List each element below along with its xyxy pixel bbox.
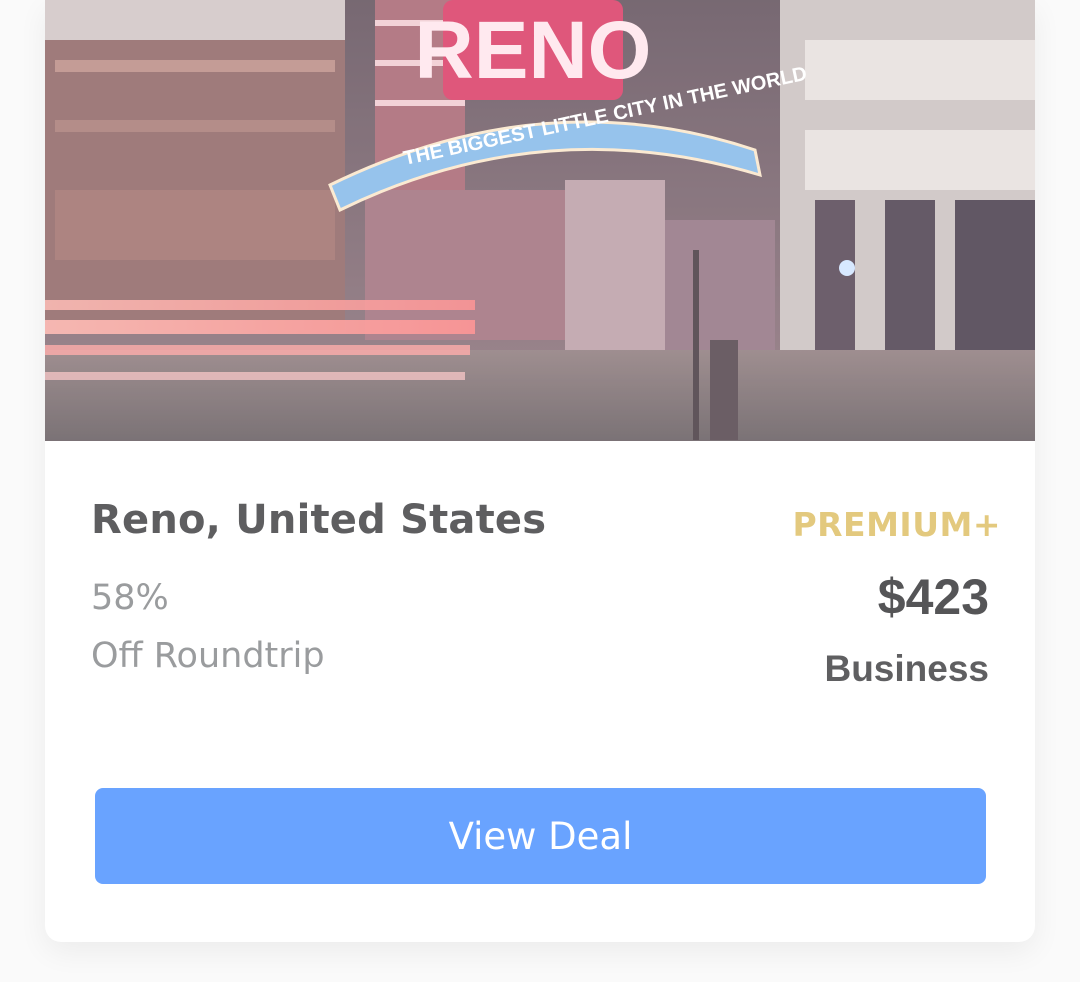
discount-info: 58% Off Roundtrip xyxy=(91,569,546,685)
price-value: $423 xyxy=(877,569,989,625)
deal-card[interactable]: THE BIGGEST LITTLE CITY IN THE WORLD REN… xyxy=(45,0,1035,942)
destination-title: Reno, United States xyxy=(91,497,547,543)
view-deal-button[interactable]: View Deal xyxy=(95,788,986,884)
reno-arch-photo: THE BIGGEST LITTLE CITY IN THE WORLD REN… xyxy=(45,0,1035,441)
tier-badge: PREMIUM+ xyxy=(792,505,1001,544)
deal-summary: Reno, United States 58% Off Roundtrip xyxy=(91,497,546,685)
destination-photo: THE BIGGEST LITTLE CITY IN THE WORLD REN… xyxy=(45,0,1035,441)
discount-percent: 58% xyxy=(91,578,169,618)
price-block: PREMIUM+ $423 Business xyxy=(792,505,1001,690)
discount-label: Off Roundtrip xyxy=(91,636,325,676)
cabin-class: Business xyxy=(824,648,989,689)
